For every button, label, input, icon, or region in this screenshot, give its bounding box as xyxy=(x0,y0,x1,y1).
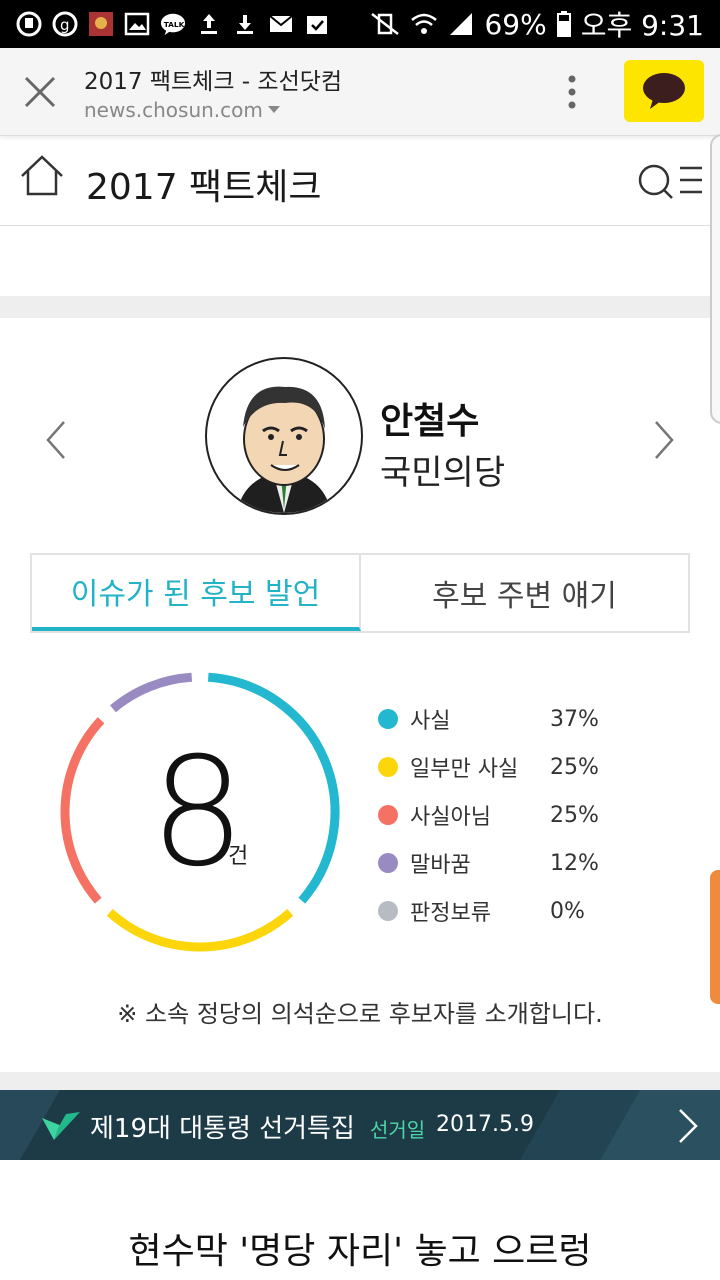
edge-panel-tab[interactable] xyxy=(710,870,720,1004)
kakaotalk-icon xyxy=(643,73,685,109)
close-icon[interactable] xyxy=(22,74,58,110)
chevron-down-icon xyxy=(267,106,280,113)
candidate-avatar xyxy=(205,357,363,515)
section-divider xyxy=(0,1072,720,1090)
legend-dot-true xyxy=(378,709,398,729)
overflow-menu-icon[interactable] xyxy=(560,72,584,112)
home-icon[interactable] xyxy=(18,154,66,198)
legend-item: 사실 37% xyxy=(378,695,638,743)
clock: 오후 9:31 xyxy=(580,9,704,42)
candidate-name: 안철수 xyxy=(380,401,480,442)
next-candidate-button[interactable] xyxy=(648,418,680,462)
legend-percent: 25% xyxy=(550,802,599,828)
url-text: news.chosun.com xyxy=(84,98,263,122)
article-headline[interactable]: 현수막 '명당 자리' 놓고 으르렁 xyxy=(0,1222,720,1274)
chevron-right-icon xyxy=(655,421,674,459)
legend-label: 일부만 사실 xyxy=(410,757,519,782)
candidate-party: 국민의당 xyxy=(380,453,506,493)
legend-label: 판정보류 xyxy=(410,901,491,926)
svg-text:g: g xyxy=(60,16,70,34)
legend-percent: 12% xyxy=(550,850,599,876)
legend-percent: 25% xyxy=(550,754,599,780)
legend-item: 사실아님 25% xyxy=(378,791,638,839)
statement-tabs: 이슈가 된 후보 발언 후보 주변 얘기 xyxy=(30,553,690,633)
search-menu-icon[interactable] xyxy=(636,160,704,204)
download-notification-icon xyxy=(232,11,258,37)
status-bar: g TALK 69% 오후 9:31 xyxy=(0,0,720,48)
page-header: 2017 팩트체크 xyxy=(0,136,720,226)
game-notification-icon xyxy=(88,11,114,37)
legend-item: 말바꿈 12% xyxy=(378,839,638,887)
app-notification-icon xyxy=(16,11,42,37)
mail-notification-icon xyxy=(268,11,294,37)
donut-segment xyxy=(106,909,294,952)
legend-dot-partly-true xyxy=(378,757,398,777)
browser-toolbar: 2017 팩트체크 - 조선닷컴 news.chosun.com xyxy=(0,48,720,136)
legend-label: 사실 xyxy=(410,709,451,734)
tab-candidate-statements[interactable]: 이슈가 된 후보 발언 xyxy=(32,555,361,631)
statement-count-unit: 건 xyxy=(228,844,249,869)
legend-dot-false xyxy=(378,805,398,825)
election-special-banner[interactable]: 제19대 대통령 선거특집 선거일 2017.5.9 xyxy=(0,1090,720,1160)
chevron-right-icon xyxy=(679,1109,698,1143)
edge-panel-handle[interactable] xyxy=(710,134,720,424)
signal-icon xyxy=(450,13,473,35)
battery-icon xyxy=(556,11,571,37)
chevron-left-icon xyxy=(46,421,65,459)
browser-url[interactable]: news.chosun.com xyxy=(84,98,281,122)
legend-dot-pending xyxy=(378,901,398,921)
vibrate-mute-icon xyxy=(371,13,400,35)
election-date: 2017.5.9 xyxy=(436,1112,534,1137)
svg-text:TALK: TALK xyxy=(164,20,185,29)
task-notification-icon xyxy=(304,11,330,37)
section-divider xyxy=(0,296,720,318)
legend-label: 말바꿈 xyxy=(410,853,471,878)
election-logo-icon xyxy=(42,1112,80,1140)
donut-segment xyxy=(60,717,105,904)
page-title: 2017 팩트체크 xyxy=(86,167,322,208)
previous-candidate-button[interactable] xyxy=(40,418,72,462)
verdict-legend: 사실 37% 일부만 사실 25% 사실아님 25% 말바꿈 12% 판정보류 … xyxy=(378,695,638,935)
kakaotalk-share-button[interactable] xyxy=(624,60,704,122)
talk-notification-icon: TALK xyxy=(160,11,186,37)
donut-segment xyxy=(110,672,193,713)
banner-title: 제19대 대통령 선거특집 xyxy=(90,1114,355,1144)
legend-dot-flip-flop xyxy=(378,853,398,873)
upload-notification-icon xyxy=(196,11,222,37)
browser-page-title: 2017 팩트체크 - 조선닷컴 xyxy=(84,69,343,95)
legend-item: 판정보류 0% xyxy=(378,887,638,935)
image-notification-icon xyxy=(124,11,150,37)
tab-candidate-surroundings[interactable]: 후보 주변 얘기 xyxy=(361,555,688,631)
election-date-label: 선거일 xyxy=(370,1118,426,1142)
legend-label: 사실아님 xyxy=(410,805,491,830)
legend-percent: 37% xyxy=(550,706,599,732)
ordering-note: ※ 소속 정당의 의석순으로 후보자를 소개합니다. xyxy=(117,1000,603,1028)
g-notification-icon: g xyxy=(52,11,78,37)
wifi-icon xyxy=(411,13,438,34)
legend-item: 일부만 사실 25% xyxy=(378,743,638,791)
battery-percent: 69% xyxy=(484,7,547,41)
legend-percent: 0% xyxy=(550,898,585,924)
